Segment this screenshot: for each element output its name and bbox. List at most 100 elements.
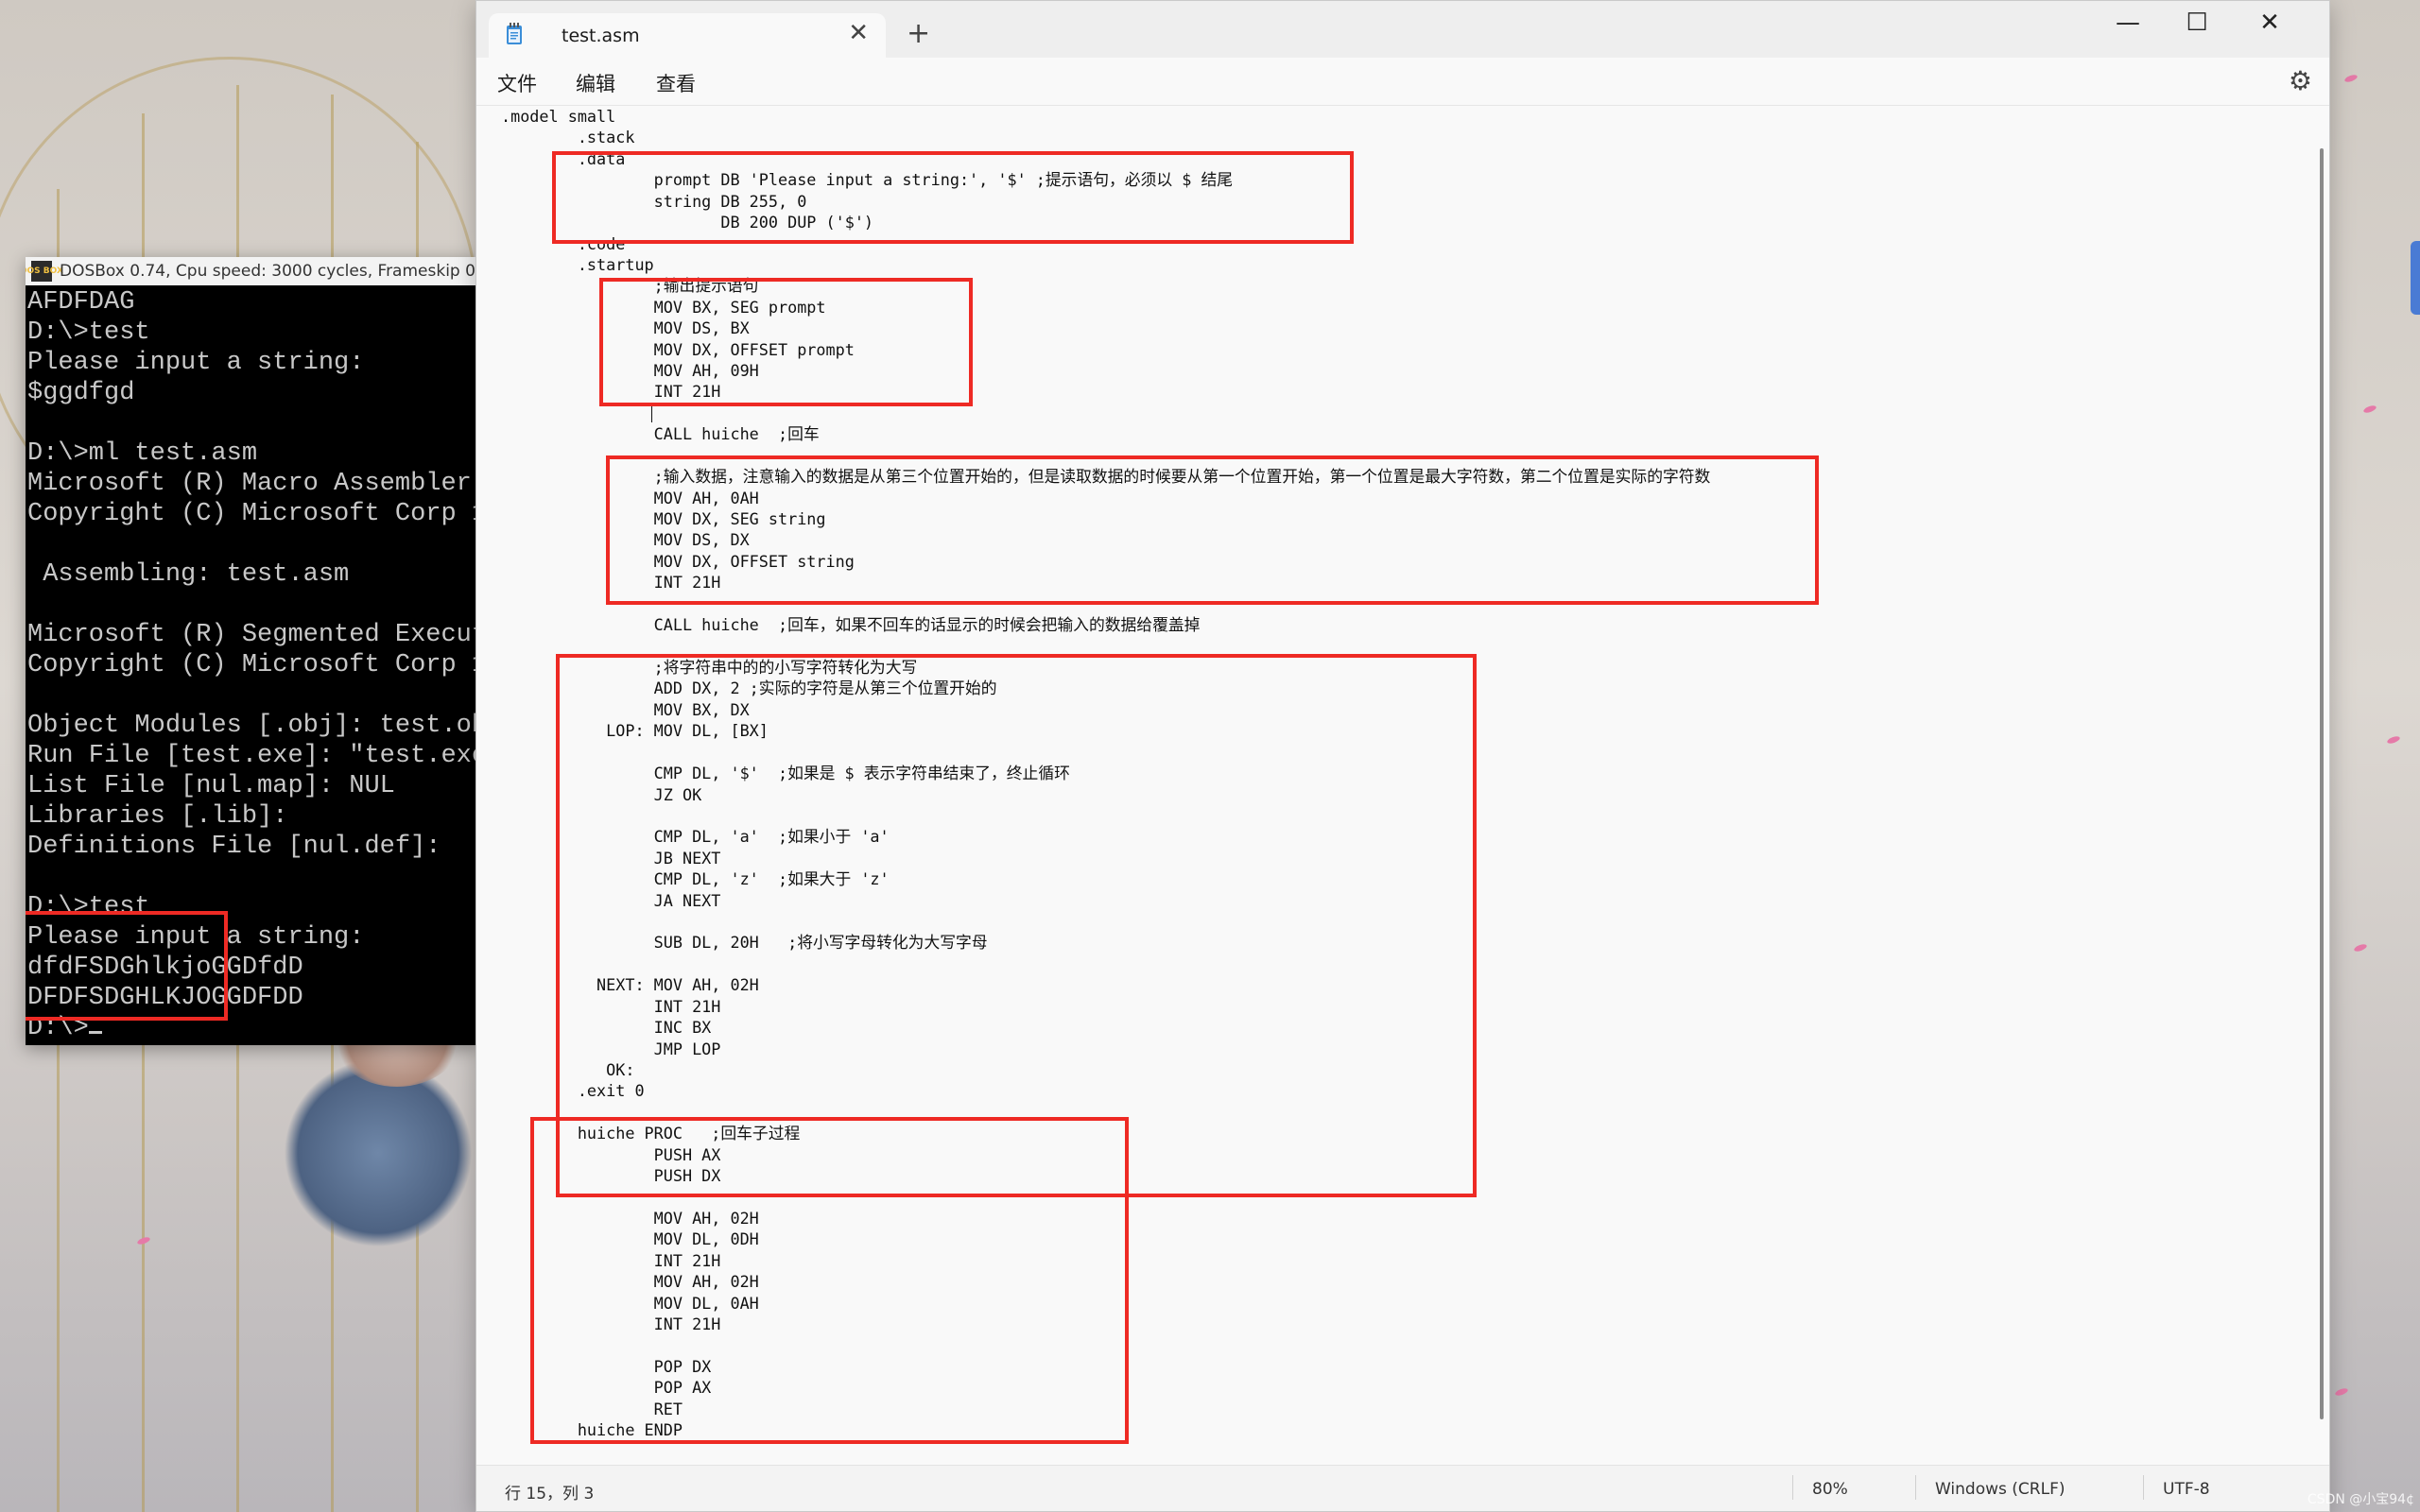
code-line[interactable] <box>501 954 1710 974</box>
dos-output-line: List File [nul.map]: NUL <box>27 772 395 800</box>
code-line[interactable]: CALL huiche ;回车，如果不回车的话显示的时候会把输入的数据给覆盖掉 <box>501 614 1710 635</box>
dos-output-line: D:\>test <box>27 318 150 347</box>
code-line[interactable] <box>501 1441 1710 1462</box>
tab-test-asm[interactable]: test.asm ✕ <box>489 13 886 58</box>
code-line[interactable]: .data <box>501 148 1710 169</box>
code-line[interactable]: MOV AH, 02H <box>501 1271 1710 1292</box>
code-line[interactable]: ;将字符串中的的小写字符转化为大写 <box>501 657 1710 678</box>
petal-decoration <box>2343 73 2359 84</box>
code-line[interactable] <box>501 805 1710 826</box>
code-line[interactable]: POP DX <box>501 1356 1710 1377</box>
code-line[interactable]: INT 21H <box>501 1250 1710 1271</box>
code-line[interactable]: CALL huiche ;回车 <box>501 423 1710 444</box>
code-line[interactable]: MOV DS, BX <box>501 318 1710 338</box>
dos-output-line: Definitions File [nul.def]: <box>27 833 441 861</box>
code-line[interactable]: INT 21H <box>501 381 1710 402</box>
code-line[interactable]: MOV DS, DX <box>501 529 1710 550</box>
menu-file[interactable]: 文件 <box>497 69 537 97</box>
vertical-scrollbar[interactable] <box>2320 148 2324 1419</box>
cursor-position: 行 15，列 3 <box>505 1485 595 1503</box>
code-line[interactable]: DB 200 DUP ('$') <box>501 212 1710 232</box>
code-line[interactable]: CMP DL, 'z' ;如果大于 'z' <box>501 868 1710 889</box>
code-line[interactable]: .startup <box>501 254 1710 275</box>
code-line[interactable] <box>501 1102 1710 1123</box>
close-tab-icon[interactable]: ✕ <box>848 21 869 45</box>
notepad-window[interactable]: test.asm ✕ + — ☐ ✕ 文件 编辑 查看 ⚙ .model sma… <box>475 0 2330 1512</box>
code-line[interactable] <box>501 742 1710 763</box>
code-line[interactable]: huiche PROC ;回车子过程 <box>501 1123 1710 1143</box>
code-line[interactable]: RET <box>501 1399 1710 1419</box>
new-tab-icon[interactable]: + <box>907 20 930 48</box>
zoom-level[interactable]: 80% <box>1812 1480 1848 1499</box>
close-window-icon[interactable]: ✕ <box>2237 7 2303 39</box>
code-line[interactable]: JB NEXT <box>501 848 1710 868</box>
code-line[interactable]: prompt DB 'Please input a string:', '$' … <box>501 169 1710 190</box>
code-line[interactable]: MOV AH, 0AH <box>501 488 1710 508</box>
code-line[interactable]: MOV DX, OFFSET string <box>501 551 1710 572</box>
code-line[interactable]: .code <box>501 233 1710 254</box>
code-line[interactable]: NEXT: MOV AH, 02H <box>501 974 1710 995</box>
minimize-icon[interactable]: — <box>2095 7 2161 39</box>
code-line[interactable]: MOV AH, 02H <box>501 1208 1710 1228</box>
code-line[interactable]: PUSH AX <box>501 1144 1710 1165</box>
text-cursor <box>651 404 652 422</box>
settings-gear-icon[interactable]: ⚙ <box>2289 67 2312 95</box>
code-line[interactable]: JA NEXT <box>501 890 1710 911</box>
line-ending[interactable]: Windows (CRLF) <box>1935 1480 2066 1499</box>
code-line[interactable] <box>501 636 1710 657</box>
code-line[interactable]: CMP DL, '$' ;如果是 $ 表示字符串结束了，终止循环 <box>501 763 1710 783</box>
menu-bar: 文件 编辑 查看 ⚙ <box>476 58 2329 106</box>
code-line[interactable]: MOV BX, DX <box>501 699 1710 720</box>
dos-output-line <box>27 529 477 559</box>
code-line[interactable] <box>501 1334 1710 1355</box>
dosbox-title: DOSBox 0.74, Cpu speed: 3000 cycles, Fra… <box>60 262 479 281</box>
code-line[interactable] <box>501 911 1710 932</box>
code-line[interactable]: .exit 0 <box>501 1080 1710 1101</box>
code-line[interactable]: ADD DX, 2 ;实际的字符是从第三个位置开始的 <box>501 678 1710 698</box>
code-line[interactable]: MOV BX, SEG prompt <box>501 297 1710 318</box>
dos-output-line: Assembling: test.asm <box>27 560 350 589</box>
maximize-icon[interactable]: ☐ <box>2164 7 2230 39</box>
menu-view[interactable]: 查看 <box>656 69 696 97</box>
code-line[interactable]: MOV DL, 0AH <box>501 1293 1710 1314</box>
code-line[interactable]: string DB 255, 0 <box>501 191 1710 212</box>
dos-output-line <box>27 590 477 620</box>
side-panel-handle[interactable] <box>2411 241 2420 315</box>
dos-output-line: Run File [test.exe]: "test.exe <box>27 742 479 770</box>
code-line[interactable] <box>501 445 1710 466</box>
dosbox-logo-icon: DOS BOX <box>26 261 63 282</box>
code-line[interactable]: .model small <box>501 106 1710 127</box>
encoding[interactable]: UTF-8 <box>2163 1480 2210 1499</box>
code-line[interactable]: LOP: MOV DL, [BX] <box>501 720 1710 741</box>
code-line[interactable] <box>501 593 1710 614</box>
code-line[interactable]: CMP DL, 'a' ;如果小于 'a' <box>501 826 1710 847</box>
code-line[interactable]: INC BX <box>501 1017 1710 1038</box>
code-line[interactable]: OK: <box>501 1059 1710 1080</box>
code-line[interactable]: JMP LOP <box>501 1039 1710 1059</box>
dosbox-titlebar[interactable]: DOS BOX DOSBox 0.74, Cpu speed: 3000 cyc… <box>26 257 479 285</box>
text-editor[interactable]: .model small .stack .data prompt DB 'Ple… <box>476 106 2329 1466</box>
code-text[interactable]: .model small .stack .data prompt DB 'Ple… <box>501 106 1710 1466</box>
blue-rose-decoration <box>284 1058 473 1247</box>
petal-decoration <box>2386 734 2401 746</box>
code-line[interactable]: SUB DL, 20H ;将小写字母转化为大写字母 <box>501 932 1710 953</box>
code-line[interactable]: MOV DL, 0DH <box>501 1228 1710 1249</box>
code-line[interactable]: JZ OK <box>501 784 1710 805</box>
code-line[interactable]: PUSH DX <box>501 1165 1710 1186</box>
petal-decoration <box>2353 942 2368 954</box>
code-line[interactable]: MOV DX, OFFSET prompt <box>501 339 1710 360</box>
code-line[interactable]: huiche ENDP <box>501 1419 1710 1440</box>
dosbox-window[interactable]: DOS BOX DOSBox 0.74, Cpu speed: 3000 cyc… <box>26 257 479 1045</box>
code-line[interactable]: MOV DX, SEG string <box>501 508 1710 529</box>
code-line[interactable]: MOV AH, 09H <box>501 360 1710 381</box>
menu-edit[interactable]: 编辑 <box>576 69 615 97</box>
code-line[interactable] <box>501 403 1710 423</box>
code-line[interactable]: INT 21H <box>501 1314 1710 1334</box>
code-line[interactable] <box>501 1187 1710 1208</box>
code-line[interactable]: ;输出提示语句 <box>501 275 1710 296</box>
code-line[interactable]: ;输入数据，注意输入的数据是从第三个位置开始的，但是读取数据的时候要从第一个位置… <box>501 466 1711 487</box>
code-line[interactable]: .stack <box>501 127 1710 147</box>
code-line[interactable]: INT 21H <box>501 996 1710 1017</box>
code-line[interactable]: INT 21H <box>501 572 1710 593</box>
code-line[interactable]: POP AX <box>501 1377 1710 1398</box>
